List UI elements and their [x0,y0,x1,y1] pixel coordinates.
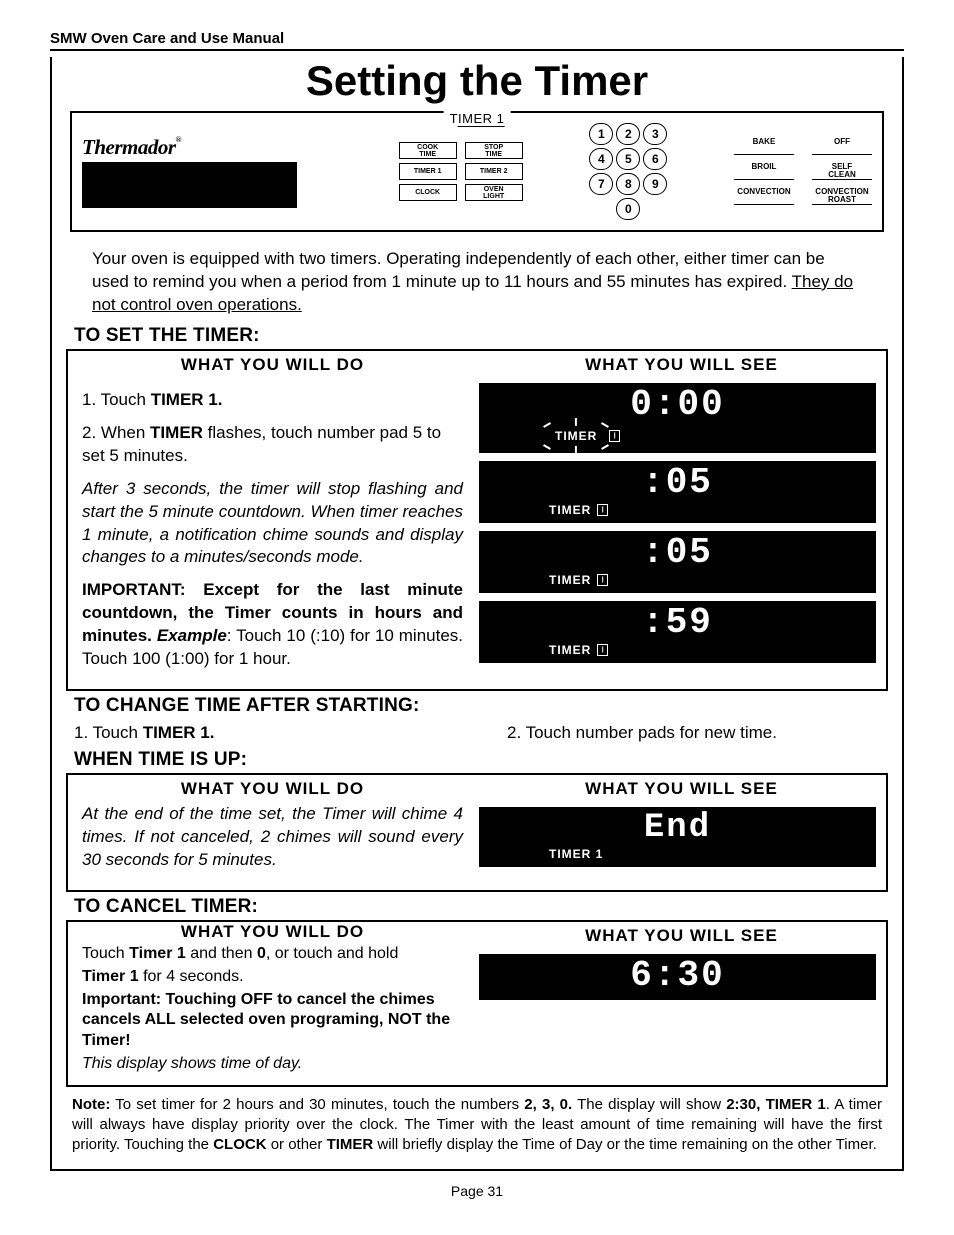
timer-icon [597,574,608,586]
col-head-see: WHAT YOU WILL SEE [477,351,886,379]
number-keypad: 123 456 7890 [589,123,667,220]
set-important: IMPORTANT: Except for the last minute co… [82,579,463,671]
up-col-do: WHAT YOU WILL DO [68,775,477,803]
panel-button: STOPTIME [465,142,523,159]
page-title: Setting the Timer [52,57,902,105]
lcd-sub: TIMER [549,643,608,657]
lcd-set-0: 0:00 TIMER [479,383,876,453]
lcd-value: 0:00 [630,387,724,423]
keypad-key-8: 8 [616,173,640,195]
col-head-do: WHAT YOU WILL DO [68,351,477,379]
panel-button: CLOCK [399,184,457,201]
panel-tab: TIMER 1 [444,111,511,126]
section-cancel-heading: TO CANCEL TIMER: [74,896,880,918]
up-table: WHAT YOU WILL DO At the end of the time … [66,773,888,892]
running-header: SMW Oven Care and Use Manual [50,30,904,51]
panel-button: OVENLIGHT [465,184,523,201]
mode-button: CONVECTIONROAST [812,188,872,205]
lcd-value: :05 [642,535,713,571]
lcd-value: :05 [642,465,713,501]
change-step-1: 1. Touch TIMER 1. [74,723,447,743]
lcd-sub: TIMER [549,425,620,447]
lcd-set-1: :05 TIMER [479,461,876,523]
panel-button: TIMER 1 [399,163,457,180]
lcd-cancel: 6:30 [479,954,876,1000]
keypad-key-5: 5 [616,148,640,170]
lcd-value: :59 [642,605,713,641]
change-row: 1. Touch TIMER 1. 2. Touch number pads f… [74,723,880,743]
keypad-key-2: 2 [616,123,640,145]
cancel-tail: This display shows time of day. [82,1054,463,1075]
panel-button: COOKTIME [399,142,457,159]
set-italic-note: After 3 seconds, the timer will stop fla… [82,478,463,570]
lcd-end-value: End [644,811,711,845]
cancel-line-2: Timer 1 for 4 seconds. [82,967,463,988]
keypad-key-9: 9 [643,173,667,195]
mode-button: BAKE [734,138,794,155]
up-col-see: WHAT YOU WILL SEE [477,775,886,803]
lcd-sub: TIMER [549,503,608,517]
change-step-2: 2. Touch number pads for new time. [507,723,880,743]
lcd-set-3: :59 TIMER [479,601,876,663]
keypad-key-3: 3 [643,123,667,145]
lcd-cancel-value: 6:30 [630,958,724,994]
lcd-sub: TIMER [549,573,608,587]
footnote: Note: To set timer for 2 hours and 30 mi… [72,1095,882,1156]
lcd-end-sub: TIMER 1 [549,847,603,861]
function-buttons: COOKTIME STOPTIME TIMER 1 TIMER 2 CLOCK OVENL… [399,142,523,201]
brand-logo: Thermador® [82,135,181,160]
timer-icon [609,430,620,442]
set-step-2: 2. When TIMER flashes, touch number pad … [82,422,463,468]
up-body: At the end of the time set, the Timer wi… [82,803,463,872]
cancel-table: WHAT YOU WILL DO Touch Timer 1 and then … [66,920,888,1087]
page-frame: Setting the Timer TIMER 1 /* tab text wi… [50,57,904,1171]
mode-button: OFF [812,138,872,155]
mode-buttons: BAKE OFF BROIL SELFCLEAN CONVECTION CONVECTIO… [734,138,872,205]
panel-button: TIMER 2 [465,163,523,180]
cancel-col-see: WHAT YOU WILL SEE [477,922,886,950]
section-up-heading: WHEN TIME IS UP: [74,749,880,771]
lcd-end: End TIMER 1 [479,807,876,867]
intro-text: Your oven is equipped with two timers. O… [92,248,862,317]
keypad-key-6: 6 [643,148,667,170]
lcd-set-2: :05 TIMER [479,531,876,593]
cancel-important: Important: Touching OFF to cancel the ch… [82,990,463,1052]
timer-icon [597,504,608,516]
keypad-key-4: 4 [589,148,613,170]
cancel-line-1: Touch Timer 1 and then 0, or touch and h… [82,944,463,965]
mode-button: SELFCLEAN [812,163,872,180]
mode-button: BROIL [734,163,794,180]
cancel-col-do: WHAT YOU WILL DO [68,922,477,942]
timer-icon [597,644,608,656]
set-step-1: 1. Touch TIMER 1. [82,389,463,412]
keypad-key-0: 0 [616,198,640,220]
mode-button: CONVECTION [734,188,794,205]
set-table: WHAT YOU WILL DO 1. Touch TIMER 1. 2. Wh… [66,349,888,691]
section-change-heading: TO CHANGE TIME AFTER STARTING: [74,695,880,717]
panel-display [82,162,297,208]
keypad-key-1: 1 [589,123,613,145]
page-number: Page 31 [50,1183,904,1199]
keypad-key-7: 7 [589,173,613,195]
control-panel: TIMER 1 /* tab text will be overwritten … [70,111,884,232]
section-set-heading: TO SET THE TIMER: [74,325,880,347]
